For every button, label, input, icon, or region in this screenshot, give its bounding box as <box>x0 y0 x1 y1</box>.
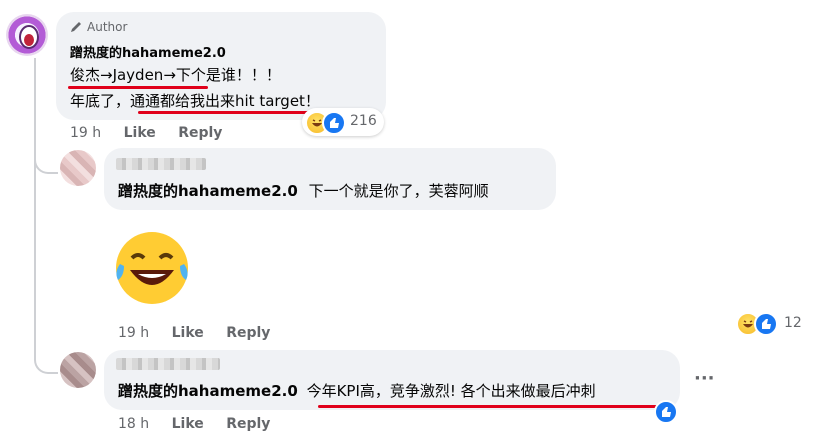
reply-bubble-1: 蹭热度的hahameme2.0 下一个就是你了，芙蓉阿顺 <box>104 148 556 210</box>
reply-button[interactable]: Reply <box>226 325 270 341</box>
mentioned-user[interactable]: 蹭热度的hahameme2.0 <box>118 182 298 200</box>
comment-actions-2: 19 h Like Reply <box>118 325 270 341</box>
blurred-username <box>116 358 220 370</box>
like-reaction-icon <box>754 312 778 336</box>
mentioned-user[interactable]: 蹭热度的hahameme2.0 <box>118 382 298 400</box>
reply-text: 下一个就是你了，芙蓉阿顺 <box>308 182 489 200</box>
reply-text-row: 蹭热度的hahameme2.0 今年KPI高，竞争激烈! 各个出来做最后冲刺 <box>118 380 596 401</box>
thread-line-main <box>34 58 36 358</box>
like-button[interactable]: Like <box>172 325 204 341</box>
reply-avatar-2[interactable] <box>60 352 96 388</box>
annotation-underline-3 <box>318 405 664 408</box>
annotation-underline-1 <box>68 86 208 89</box>
comment-bubble-author: Author 蹭热度的hahameme2.0 俊杰→Jayden→下个是谁！！！… <box>56 12 386 120</box>
like-reaction-icon[interactable] <box>654 400 678 424</box>
reply-avatar-1[interactable] <box>60 150 96 186</box>
comment-text-line-2: 年底了，通通都给我出来hit target！ <box>70 92 320 110</box>
author-badge: Author <box>69 20 127 34</box>
more-options-button[interactable]: ··· <box>694 368 715 389</box>
thread-connector-reply-2 <box>34 340 58 374</box>
pencil-icon <box>71 22 81 32</box>
reaction-summary-2[interactable]: 12 <box>736 310 806 338</box>
comment-text-line-1: 俊杰→Jayden→下个是谁！！！ <box>70 66 281 84</box>
author-avatar[interactable] <box>6 14 48 56</box>
avatar-mouth-icon <box>19 25 39 49</box>
reply-bubble-2: 蹭热度的hahameme2.0 今年KPI高，竞争激烈! 各个出来做最后冲刺 <box>104 350 680 410</box>
laughing-emoji-sticker <box>110 228 194 308</box>
reply-text-row: 蹭热度的hahameme2.0 下一个就是你了，芙蓉阿顺 <box>118 180 489 201</box>
reaction-count: 216 <box>350 113 377 129</box>
like-reaction-icon <box>322 111 346 135</box>
reply-text: 今年KPI高，竞争激烈! 各个出来做最后冲刺 <box>306 382 596 400</box>
author-badge-label: Author <box>87 20 128 34</box>
thread-connector-reply-1 <box>34 140 58 174</box>
comment-actions-3: 18 h Like Reply <box>118 416 270 432</box>
comment-author-name[interactable]: 蹭热度的hahameme2.0 <box>70 42 226 61</box>
blurred-username <box>116 158 206 170</box>
reaction-summary-1[interactable]: 216 <box>302 108 384 136</box>
reply-button[interactable]: Reply <box>226 416 270 432</box>
like-button[interactable]: Like <box>172 416 204 432</box>
reply-button[interactable]: Reply <box>178 125 222 141</box>
comment-time[interactable]: 18 h <box>118 416 149 432</box>
comment-actions-1: 19 h Like Reply <box>70 125 222 141</box>
like-button[interactable]: Like <box>124 125 156 141</box>
comment-time[interactable]: 19 h <box>70 125 101 141</box>
comment-time[interactable]: 19 h <box>118 325 149 341</box>
reaction-count: 12 <box>784 315 802 331</box>
